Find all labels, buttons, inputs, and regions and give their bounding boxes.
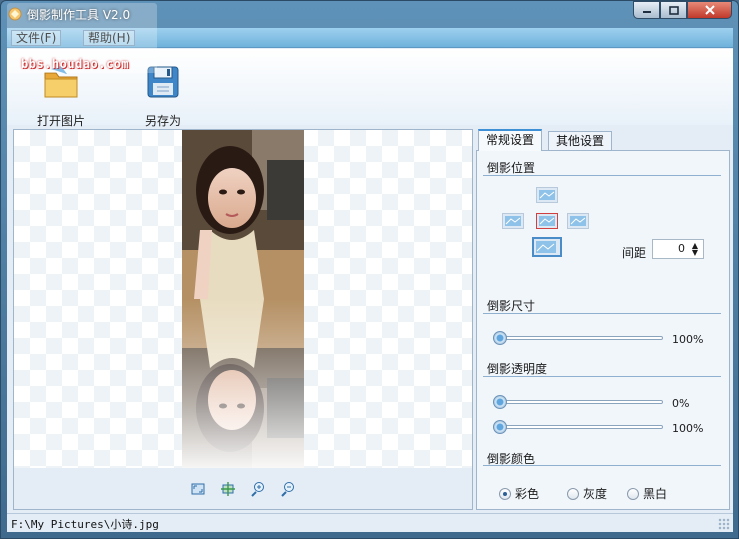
position-center-button[interactable] — [536, 213, 558, 229]
opacity-section-title: 倒影透明度 — [487, 362, 548, 376]
close-button[interactable] — [687, 1, 732, 19]
minimize-icon — [642, 11, 651, 13]
actual-size-icon[interactable] — [220, 481, 236, 497]
general-settings-panel: 倒影位置 间距 0 ▲ ▼ 倒影尺寸 100% 倒影透明度 0% 100% 倒影… — [476, 150, 730, 510]
size-slider-thumb[interactable] — [493, 331, 507, 345]
client-area: 文件(F) 帮助(H) 打开图片 另存为 常规设置 其他设置 倒影位置 间距 0… — [7, 28, 733, 532]
preview-toolbar — [14, 468, 472, 509]
minimize-button[interactable] — [633, 1, 660, 19]
settings-tabs: 常规设置 其他设置 — [476, 129, 730, 151]
menu-help[interactable]: 帮助(H) — [83, 30, 136, 46]
spacing-label: 间距 — [622, 246, 647, 260]
opacity-start-value: 0% — [672, 397, 690, 410]
window-title: 倒影制作工具 V2.0 — [27, 8, 131, 22]
preview-panel — [13, 129, 473, 510]
opacity-end-slider[interactable] — [493, 420, 663, 434]
color-option-grayscale[interactable]: 灰度 — [567, 485, 607, 502]
app-window: 倒影制作工具 V2.0 文件(F) 帮助(H) 打开图片 另存为 常规设置 其他… — [0, 0, 739, 539]
status-file-path: F:\My Pictures\小诗.jpg — [11, 518, 159, 531]
opacity-end-thumb[interactable] — [493, 420, 507, 434]
save-as-label: 另存为 — [144, 114, 181, 128]
opacity-start-thumb[interactable] — [493, 395, 507, 409]
save-as-button[interactable]: 另存为 — [123, 65, 203, 129]
reflection-top-icon — [539, 190, 555, 200]
open-image-button[interactable]: 打开图片 — [21, 65, 101, 129]
floppy-disk-icon — [147, 66, 179, 98]
position-bottom-button[interactable] — [532, 237, 562, 257]
position-top-button[interactable] — [536, 187, 558, 203]
opacity-end-value: 100% — [672, 422, 704, 435]
folder-icon — [44, 66, 78, 98]
radio-checked-icon — [499, 487, 511, 500]
reflection-left-icon — [505, 216, 521, 226]
color-option-color[interactable]: 彩色 — [499, 485, 539, 502]
size-divider — [483, 313, 721, 314]
photo-with-reflection — [182, 130, 304, 468]
spinner-arrows-icon[interactable]: ▲ ▼ — [690, 242, 700, 257]
position-left-button[interactable] — [502, 213, 524, 229]
radio-unchecked-icon — [627, 487, 639, 500]
opacity-start-slider[interactable] — [493, 395, 663, 409]
color-option-black-white-label: 黑白 — [643, 487, 668, 501]
spacing-value: 0 — [678, 242, 685, 255]
close-icon — [704, 5, 715, 15]
reflection-center-icon — [539, 216, 555, 226]
opacity-start-track — [493, 400, 663, 404]
fit-window-icon[interactable] — [190, 481, 206, 497]
reflection-right-icon — [570, 216, 586, 226]
color-option-black-white[interactable]: 黑白 — [627, 485, 667, 502]
zoom-out-icon[interactable] — [280, 481, 296, 497]
size-slider[interactable] — [493, 331, 663, 345]
spacing-spinner[interactable]: 0 ▲ ▼ — [652, 239, 704, 259]
tab-general-settings[interactable]: 常规设置 — [478, 129, 543, 151]
menu-bar: 文件(F) 帮助(H) — [7, 28, 733, 48]
color-divider — [483, 465, 721, 466]
caption-buttons — [633, 1, 732, 19]
size-section-title: 倒影尺寸 — [487, 299, 536, 313]
preview-canvas[interactable] — [14, 130, 472, 468]
reflection-bottom-icon — [536, 241, 556, 253]
position-section-title: 倒影位置 — [487, 161, 536, 175]
app-icon — [8, 7, 22, 21]
color-option-grayscale-label: 灰度 — [583, 487, 608, 501]
status-bar: F:\My Pictures\小诗.jpg — [7, 513, 733, 532]
radio-unchecked-icon — [567, 487, 579, 500]
opacity-end-track — [493, 425, 663, 429]
open-image-label: 打开图片 — [36, 114, 85, 128]
maximize-icon — [668, 5, 679, 15]
position-right-button[interactable] — [567, 213, 589, 229]
toolbar: 打开图片 另存为 — [7, 49, 733, 128]
size-value: 100% — [672, 333, 704, 346]
maximize-button[interactable] — [660, 1, 687, 19]
zoom-in-icon[interactable] — [250, 481, 266, 497]
size-slider-track — [493, 336, 663, 340]
position-divider — [483, 175, 721, 176]
title-bar[interactable]: 倒影制作工具 V2.0 — [1, 1, 738, 27]
tab-other-settings[interactable]: 其他设置 — [548, 131, 613, 151]
resize-grip-icon[interactable] — [718, 518, 730, 530]
opacity-divider — [483, 376, 721, 377]
menu-file[interactable]: 文件(F) — [11, 30, 62, 46]
color-option-color-label: 彩色 — [515, 487, 540, 501]
